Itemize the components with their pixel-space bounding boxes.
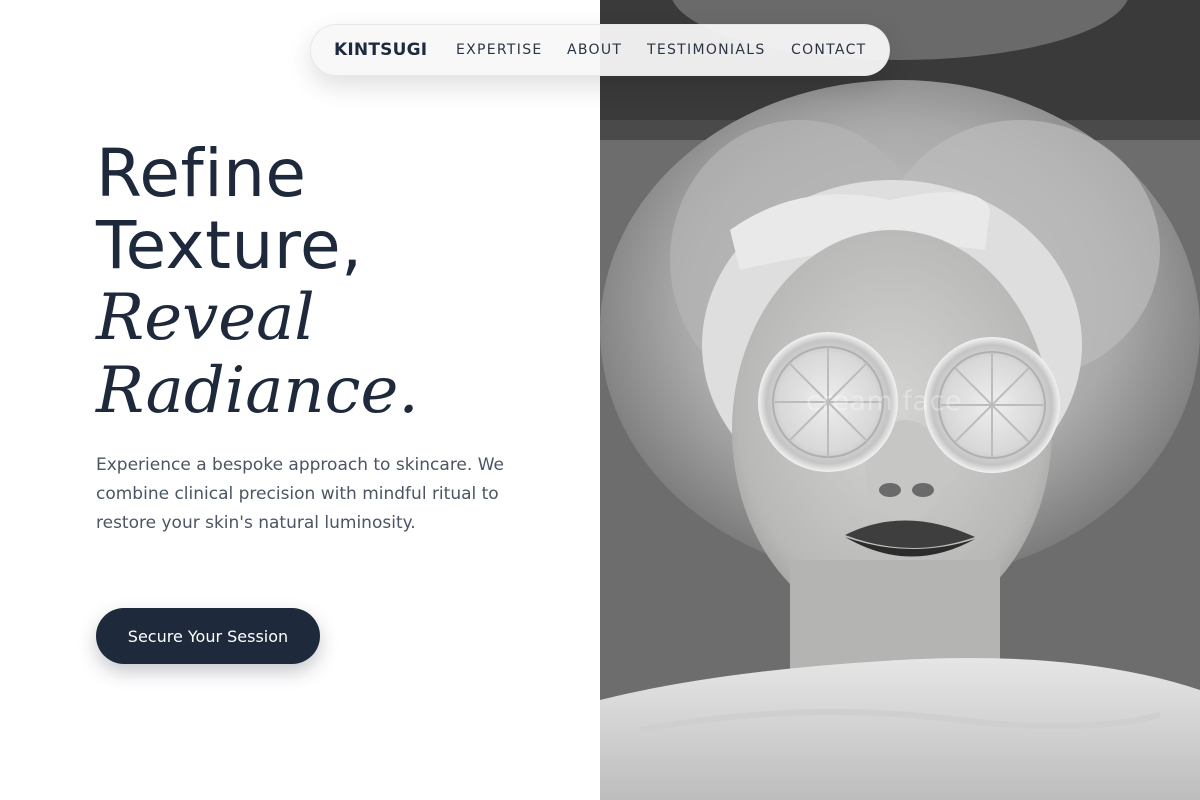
top-navigation: KINTSUGI EXPERTISE ABOUT TESTIMONIALS CO…	[310, 24, 890, 76]
headline-line-4: Radiance.	[96, 354, 419, 428]
nav-link-expertise[interactable]: EXPERTISE	[456, 42, 543, 58]
hero-intro-text: Experience a bespoke approach to skincar…	[96, 455, 504, 533]
nav-link-testimonials[interactable]: TESTIMONIALS	[647, 42, 766, 58]
hero-headline: Refine Texture, Reveal Radiance.	[96, 138, 576, 428]
photo-watermark: cream face	[806, 386, 962, 417]
nav-link-contact[interactable]: CONTACT	[791, 42, 867, 58]
brand-logo[interactable]: KINTSUGI	[334, 40, 427, 60]
headline-line-3: Reveal	[96, 281, 315, 355]
headline-line-2: Texture,	[96, 207, 363, 284]
headline-line-1: Refine	[96, 135, 307, 212]
landing-page: cream face KINTSUGI EXPERTISE ABOUT TEST…	[0, 0, 1200, 800]
nav-link-about[interactable]: ABOUT	[567, 42, 622, 58]
secure-session-button[interactable]: Secure Your Session	[96, 608, 320, 664]
